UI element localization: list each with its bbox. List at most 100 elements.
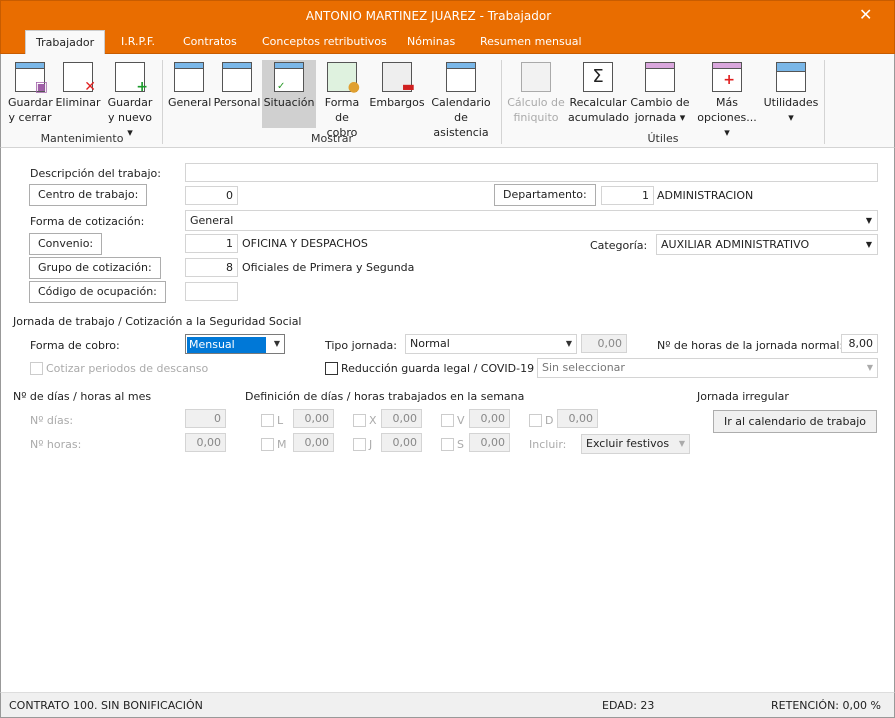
day-v-label: V — [457, 414, 465, 427]
horas-input[interactable]: 0,00 — [185, 433, 226, 452]
horas-label: Nº horas: — [30, 438, 82, 451]
day-l-input[interactable]: 0,00 — [293, 409, 334, 428]
calculator-icon — [776, 62, 806, 92]
codigo-ocupacion-button[interactable]: Código de ocupación: — [29, 281, 166, 303]
tab-resumen[interactable]: Resumen mensual — [470, 30, 592, 54]
day-j-input[interactable]: 0,00 — [381, 433, 422, 452]
label: Recalcular — [569, 96, 627, 109]
save-close-icon: ▣ — [15, 62, 48, 94]
forma-cobro-button[interactable]: ● Forma de cobro — [319, 60, 365, 139]
chevron-down-icon: ▼ — [565, 339, 572, 348]
day-j-checkbox[interactable] — [353, 438, 366, 451]
dias-input[interactable]: 0 — [185, 409, 226, 428]
label: Utilidades — [763, 96, 819, 109]
jornada-section-title: Jornada de trabajo / Cotización a la Seg… — [13, 315, 302, 328]
embargos-button[interactable]: ▬ Embargos — [369, 60, 425, 128]
day-d-input[interactable]: 0,00 — [557, 409, 598, 428]
label: Guardar — [107, 96, 153, 109]
recalcular-button[interactable]: Σ Recalcular acumulado — [568, 60, 629, 128]
selected-value: Mensual — [187, 337, 266, 353]
mas-opciones-button[interactable]: + Más opciones... ▾ — [693, 60, 761, 139]
personal-icon — [222, 62, 252, 92]
tab-trabajador[interactable]: Trabajador — [25, 30, 106, 54]
grupo-cotizacion-button[interactable]: Grupo de cotización: — [29, 257, 161, 279]
eliminar-button[interactable]: ✕ Eliminar — [55, 60, 101, 128]
calculo-finiquito-button[interactable]: Cálculo de finiquito — [507, 60, 565, 128]
codigo-ocupacion-input[interactable] — [185, 282, 238, 301]
guardar-cerrar-button[interactable]: ▣ Guardar y cerrar — [8, 60, 53, 128]
day-x-checkbox[interactable] — [353, 414, 366, 427]
reduccion-select[interactable]: Sin seleccionar ▼ — [537, 358, 878, 378]
cotizar-descanso-checkbox[interactable] — [30, 362, 43, 375]
departamento-name: ADMINISTRACION — [657, 189, 754, 202]
chevron-down-icon: ▼ — [866, 363, 873, 372]
chevron-down-icon: ▼ — [678, 439, 685, 448]
label: Eliminar — [55, 96, 101, 109]
calendar-icon — [446, 62, 476, 92]
convenio-button[interactable]: Convenio: — [29, 233, 103, 255]
ir-calendario-button[interactable]: Ir al calendario de trabajo — [713, 410, 877, 433]
tipo-jornada-pct[interactable]: 0,00 — [581, 334, 627, 353]
categoria-select[interactable]: AUXILIAR ADMINISTRATIVO ▼ — [656, 234, 878, 255]
day-m-checkbox[interactable] — [261, 438, 274, 451]
grupo-cotizacion-input[interactable]: 8 — [185, 258, 238, 277]
centro-trabajo-button[interactable]: Centro de trabajo: — [29, 184, 148, 206]
cambio-jornada-button[interactable]: Cambio de jornada ▾ — [630, 60, 690, 128]
grupo-cotizacion-name: Oficiales de Primera y Segunda — [242, 261, 415, 274]
group-mantenimiento: Mantenimiento — [40, 132, 124, 145]
calendario-asistencia-button[interactable]: Calendario de asistencia — [427, 60, 495, 139]
irregular-title: Jornada irregular — [697, 390, 789, 403]
tab-contratos[interactable]: Contratos — [173, 30, 247, 54]
forma-cobro-label: Forma de cobro: — [30, 339, 120, 352]
horas-normal-input[interactable]: 8,00 — [841, 334, 878, 353]
window-title: ANTONIO MARTINEZ JUAREZ - Trabajador — [305, 9, 552, 23]
day-l-checkbox[interactable] — [261, 414, 274, 427]
tab-conceptos[interactable]: Conceptos retributivos — [252, 30, 397, 54]
day-x-input[interactable]: 0,00 — [381, 409, 422, 428]
day-v-input[interactable]: 0,00 — [469, 409, 510, 428]
day-d-label: D — [545, 414, 554, 427]
status-bar: CONTRATO 100. SIN BONIFICACIÓN EDAD: 23 … — [0, 692, 895, 718]
tipo-jornada-select[interactable]: Normal ▼ — [405, 334, 577, 354]
day-s-checkbox[interactable] — [441, 438, 454, 451]
day-s-label: S — [457, 438, 464, 451]
forma-cotizacion-select[interactable]: General ▼ — [185, 210, 878, 231]
descripcion-label: Descripción del trabajo: — [30, 167, 161, 180]
reduccion-checkbox[interactable] — [325, 362, 338, 375]
label: Situación — [263, 96, 315, 109]
convenio-input[interactable]: 1 — [185, 234, 238, 253]
departamento-input[interactable]: 1 — [601, 186, 654, 205]
centro-trabajo-input[interactable]: 0 — [185, 186, 238, 205]
departamento-button[interactable]: Departamento: — [494, 184, 596, 206]
chevron-down-icon: ▼ — [865, 216, 872, 225]
incluir-select[interactable]: Excluir festivos ▼ — [581, 434, 690, 454]
mes-title: Nº de días / horas al mes — [13, 390, 152, 403]
label: Cálculo de — [507, 96, 565, 109]
forma-cobro-select[interactable]: Mensual ▼ — [185, 334, 285, 354]
selected-value: Normal — [410, 337, 450, 350]
group-utiles: Útiles — [647, 132, 679, 145]
close-icon[interactable]: ✕ — [859, 5, 872, 24]
selected-value: Excluir festivos — [586, 437, 670, 450]
day-v-checkbox[interactable] — [441, 414, 454, 427]
worker-card-icon — [174, 62, 204, 92]
situacion-button[interactable]: ✓ Situación — [262, 60, 316, 128]
day-s-input[interactable]: 0,00 — [469, 433, 510, 452]
tab-irpf[interactable]: I.R.P.F. — [111, 30, 165, 54]
day-m-input[interactable]: 0,00 — [293, 433, 334, 452]
dias-label: Nº días: — [30, 414, 74, 427]
selected-value: General — [190, 214, 234, 227]
descripcion-input[interactable] — [185, 163, 878, 182]
day-d-checkbox[interactable] — [529, 414, 542, 427]
forma-cotizacion-label: Forma de cotización: — [30, 215, 145, 228]
guardar-nuevo-button[interactable]: + Guardar y nuevo ▾ — [105, 60, 155, 139]
tab-nominas[interactable]: Nóminas — [397, 30, 465, 54]
categoria-label: Categoría: — [590, 239, 648, 252]
utilidades-button[interactable]: Utilidades ▾ — [763, 60, 819, 128]
cotizar-descanso-label: Cotizar periodos de descanso — [46, 362, 209, 375]
general-button[interactable]: General — [168, 60, 211, 128]
label: acumulado — [568, 111, 629, 124]
label: Calendario — [431, 96, 491, 109]
personal-button[interactable]: Personal — [213, 60, 261, 128]
day-x-label: X — [369, 414, 377, 427]
